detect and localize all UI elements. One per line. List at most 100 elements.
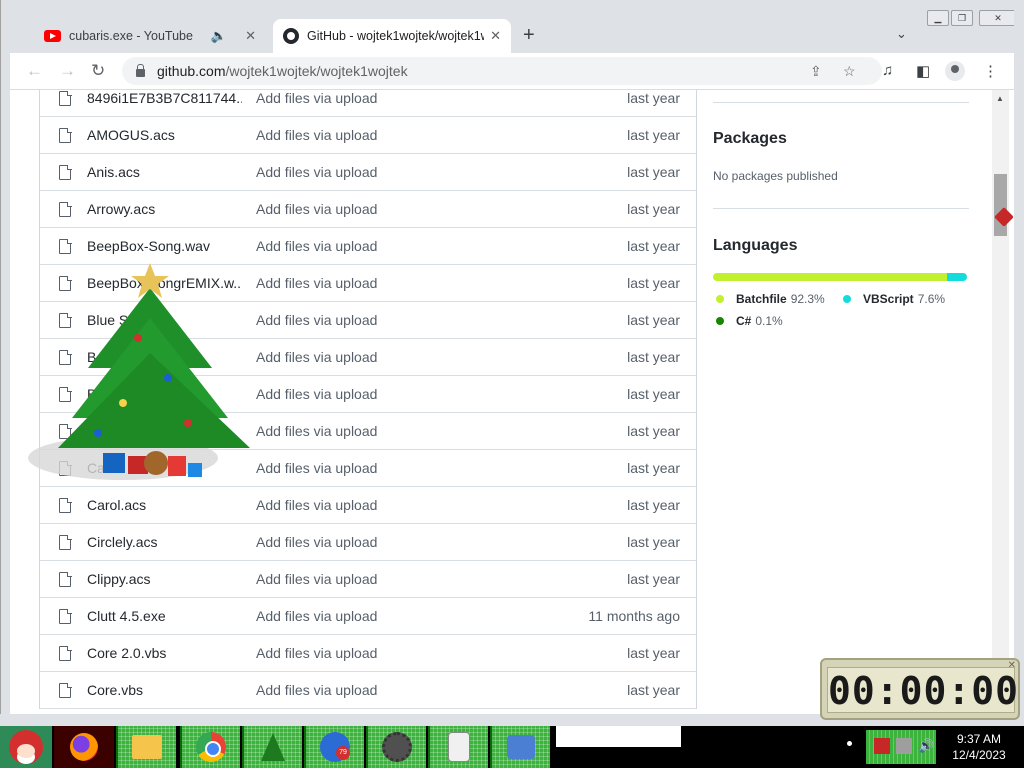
file-row[interactable]: Arrowy.acs Add files via upload last year — [40, 191, 696, 228]
scroll-thumb[interactable] — [994, 174, 1007, 236]
commit-message[interactable]: Add files via upload — [256, 127, 377, 143]
divider — [713, 102, 969, 103]
close-icon[interactable]: ✕ — [1008, 660, 1016, 671]
tab-github[interactable]: GitHub - wojtek1wojtek/wojtek1wojtek ✕ — [273, 19, 511, 53]
file-row[interactable]: Bo... Add files via upload last year — [40, 339, 696, 376]
commit-message[interactable]: Add files via upload — [256, 423, 377, 439]
commit-message[interactable]: Add files via upload — [256, 90, 377, 106]
speaker-icon[interactable]: 🔈 — [211, 28, 227, 44]
file-row[interactable]: Blue S... Add files via upload last year — [40, 302, 696, 339]
commit-message[interactable]: Add files via upload — [256, 571, 377, 587]
commit-message[interactable]: Add files via upload — [256, 312, 377, 328]
volume-icon[interactable]: 🔊 — [918, 738, 934, 754]
commit-message[interactable]: Add files via upload — [256, 645, 377, 661]
commit-message[interactable]: Add files via upload — [256, 238, 377, 254]
file-name[interactable]: BeepBox-Song.wav — [87, 238, 242, 254]
language-item[interactable]: C# 0.1% — [716, 314, 783, 328]
commit-message[interactable]: Add files via upload — [256, 460, 377, 476]
file-row[interactable]: B... Add files via upload last year — [40, 376, 696, 413]
file-name[interactable]: B... — [87, 386, 242, 402]
taskbar-explorer[interactable] — [116, 726, 176, 768]
commit-message[interactable]: Add files via upload — [256, 201, 377, 217]
language-item[interactable]: VBScript 7.6% — [843, 292, 945, 306]
file-name[interactable]: Bo... — [87, 349, 242, 365]
share-icon[interactable]: ⇪ — [810, 63, 822, 80]
file-row[interactable]: Anis.acs Add files via upload last year — [40, 154, 696, 191]
commit-age: last year — [627, 312, 680, 328]
file-row[interactable]: Circlely.acs Add files via upload last yea… — [40, 524, 696, 561]
taskbar-firefox[interactable] — [54, 726, 114, 768]
minimize-icon[interactable]: ▁ — [927, 10, 949, 26]
file-row[interactable]: Clutt 4.5.exe Add files via upload 11 mont… — [40, 598, 696, 635]
taskbar-solitaire[interactable] — [428, 726, 488, 768]
side-panel-icon[interactable]: ◧ — [916, 62, 930, 80]
file-row[interactable]: Core 2.0.vbs Add files via upload last yea… — [40, 635, 696, 672]
taskbar-clock[interactable]: 9:37 AM 12/4/2023 — [944, 731, 1014, 763]
file-name[interactable]: Blue S... — [87, 312, 242, 328]
file-name[interactable]: Anis.acs — [87, 164, 242, 180]
file-row[interactable]: Ca... Add files via upload last year — [40, 450, 696, 487]
commit-age: last year — [627, 201, 680, 217]
close-window-icon[interactable]: ✕ — [979, 10, 1017, 26]
profile-avatar[interactable] — [945, 61, 965, 81]
tab-youtube[interactable]: cubaris.exe - YouTube 🔈 ✕ — [34, 19, 266, 53]
file-row[interactable]: Carol.acs Add files via upload last year — [40, 487, 696, 524]
file-name[interactable]: Circlely.acs — [87, 534, 242, 550]
file-row[interactable]: AMOGUS.acs Add files via upload last year — [40, 117, 696, 154]
taskbar-christmas-tree[interactable] — [242, 726, 302, 768]
menu-dots-icon[interactable]: ⋮ — [983, 62, 998, 80]
file-icon — [59, 164, 72, 180]
language-segment — [713, 273, 948, 281]
new-tab-icon[interactable]: + — [523, 24, 535, 47]
file-icon — [59, 90, 72, 106]
file-row[interactable]: Core.vbs Add files via upload last year — [40, 672, 696, 709]
file-name[interactable]: Clutt 4.5.exe — [87, 608, 242, 624]
commit-message[interactable]: Add files via upload — [256, 275, 377, 291]
file-name[interactable]: Clippy.acs — [87, 571, 242, 587]
taskbar-chrome[interactable] — [180, 726, 240, 768]
start-button[interactable] — [0, 726, 52, 768]
commit-message[interactable]: Add files via upload — [256, 349, 377, 365]
file-row[interactable]: Clippy.acs Add files via upload last year — [40, 561, 696, 598]
file-name[interactable]: 8496i1E7B3B7C811744... — [87, 90, 242, 106]
file-row[interactable]: BeepBox-Song.wav Add files via upload last… — [40, 228, 696, 265]
media-queue-icon[interactable]: ♫ — [882, 62, 893, 79]
file-row[interactable]: Add files via upload last year — [40, 413, 696, 450]
file-name[interactable]: AMOGUS.acs — [87, 127, 242, 143]
taskbar-globe[interactable]: 79 — [304, 726, 364, 768]
commit-message[interactable]: Add files via upload — [256, 608, 377, 624]
close-tab-icon[interactable]: ✕ — [490, 28, 501, 44]
commit-message[interactable]: Add files via upload — [256, 164, 377, 180]
security-alert-icon[interactable] — [874, 738, 890, 754]
commit-message[interactable]: Add files via upload — [256, 497, 377, 513]
forward-icon[interactable]: → — [59, 61, 76, 81]
restore-icon[interactable]: ❐ — [951, 10, 973, 26]
commit-message[interactable]: Add files via upload — [256, 682, 377, 698]
file-row[interactable]: 8496i1E7B3B7C811744... Add files via uplo… — [40, 90, 696, 117]
countdown-timer[interactable]: 00:00:00 ✕ — [820, 658, 1020, 720]
address-bar[interactable]: github.com/wojtek1wojtek/wojtek1wojtek ⇪… — [122, 57, 882, 85]
taskbar-control-panel[interactable] — [490, 726, 550, 768]
file-icon — [59, 127, 72, 143]
close-tab-icon[interactable]: ✕ — [245, 28, 256, 44]
tab-search-icon[interactable]: ⌄ — [896, 26, 907, 42]
commit-message[interactable]: Add files via upload — [256, 386, 377, 402]
back-icon[interactable]: ← — [26, 61, 43, 81]
language-item[interactable]: Batchfile 92.3% — [716, 292, 825, 306]
packages-heading[interactable]: Packages — [713, 130, 787, 148]
taskbar-minesweeper[interactable] — [366, 726, 426, 768]
file-name[interactable]: BeepBox-SongrEMIX.w... — [87, 275, 242, 291]
file-name[interactable]: Arrowy.acs — [87, 201, 242, 217]
file-row[interactable]: BeepBox-SongrEMIX.w... Add files via uplo… — [40, 265, 696, 302]
file-name[interactable]: Core.vbs — [87, 682, 242, 698]
file-name[interactable]: Ca... — [87, 460, 242, 476]
language-percent: 92.3% — [790, 292, 825, 306]
network-icon[interactable] — [896, 738, 912, 754]
page-scrollbar[interactable]: ▲ — [992, 90, 1009, 714]
file-name[interactable]: Carol.acs — [87, 497, 242, 513]
scroll-up-icon[interactable]: ▲ — [996, 94, 1004, 103]
file-name[interactable]: Core 2.0.vbs — [87, 645, 242, 661]
bookmark-star-icon[interactable]: ☆ — [843, 63, 856, 80]
reload-icon[interactable]: ↻ — [91, 61, 105, 81]
commit-message[interactable]: Add files via upload — [256, 534, 377, 550]
